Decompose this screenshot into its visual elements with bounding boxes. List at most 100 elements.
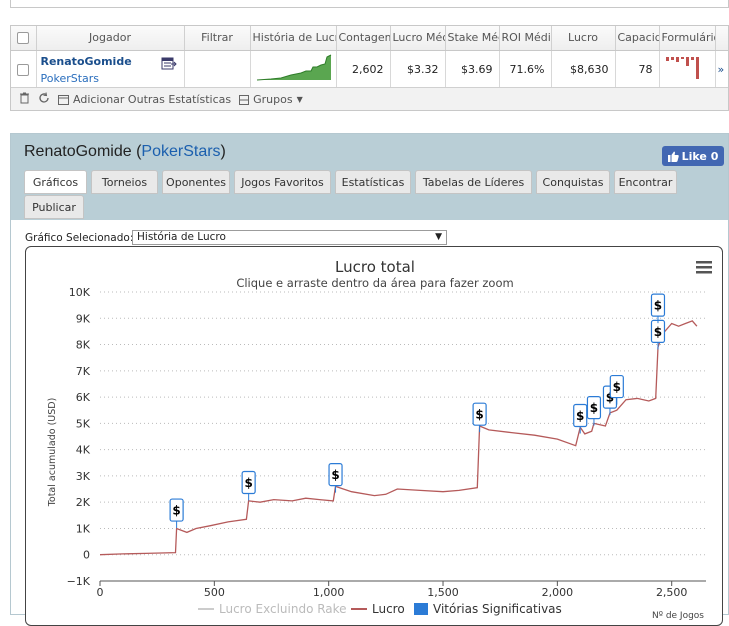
groups-dropdown[interactable]: Grupos ▼	[239, 93, 303, 106]
add-stats-button[interactable]: Adicionar Outras Estatísticas	[58, 93, 231, 106]
page-title: RenatoGomide (PokerStars)	[24, 143, 226, 161]
site-link[interactable]: PokerStars	[141, 143, 220, 160]
y-tick-label: 6K	[76, 391, 91, 404]
chart-selector-value: História de Lucro	[137, 231, 226, 243]
player-site-link[interactable]: PokerStars	[41, 72, 178, 85]
chart-selector-label: Gráfico Selecionado:	[25, 232, 134, 244]
chart-series	[99, 320, 698, 556]
y-tick-label: 10K	[69, 286, 91, 299]
win-marker-label: $	[590, 401, 598, 415]
groups-icon	[239, 94, 250, 105]
header-row: Jogador Filtrar História de Lucro Contag…	[11, 26, 728, 51]
calendar-export-icon[interactable]	[161, 56, 177, 74]
y-tick-label: 3K	[76, 470, 91, 483]
menu-icon	[696, 261, 712, 264]
legend-item-wins[interactable]: Vitórias Significativas	[433, 602, 562, 616]
y-tick-label: 2K	[76, 496, 91, 509]
profit-sparkline	[256, 54, 331, 80]
col-formulario[interactable]: Formulário	[659, 26, 716, 51]
tab-jogos-favoritos[interactable]: Jogos Favoritos	[234, 170, 331, 194]
table-row: RenatoGomide PokerStars 2,602 $3.32 $3.6…	[11, 50, 728, 90]
significant-win-marker[interactable]: $	[650, 319, 666, 350]
contagem-cell: 2,602	[336, 50, 391, 90]
col-jogador[interactable]: Jogador	[36, 26, 185, 51]
tab-encontrar[interactable]: Encontrar	[614, 170, 677, 194]
significant-win-marker[interactable]: $	[650, 293, 666, 324]
win-marker-label: $	[654, 325, 662, 339]
significant-win-marker[interactable]: $	[573, 403, 588, 434]
legend-item-rake[interactable]: Lucro Excluindo Rake	[219, 602, 347, 616]
tab-tabelas-de-lideres[interactable]: Tabelas de Líderes	[415, 170, 532, 194]
x-tick-label: 2,000	[542, 586, 574, 599]
tab-oponentes[interactable]: Oponentes	[162, 170, 230, 194]
col-lucro[interactable]: Lucro	[551, 26, 616, 51]
chart-menu-button[interactable]	[694, 260, 714, 276]
player-name-link[interactable]: RenatoGomide	[41, 55, 178, 68]
y-axis-label: Total acumulado (USD)	[47, 398, 58, 508]
legend-item-lucro[interactable]: Lucro	[372, 602, 405, 616]
x-tick-label: 500	[204, 586, 225, 599]
col-stake-media[interactable]: Stake Média	[445, 26, 500, 51]
add-stats-label: Adicionar Outras Estatísticas	[73, 93, 232, 106]
tab-conquistas[interactable]: Conquistas	[536, 170, 610, 194]
col-lucro-medio[interactable]: Lucro Médio	[390, 26, 446, 51]
profit-chart[interactable]: −1K 0 1K 2K 3K 4K 5K 6K 7K 8K 9K 10K 0 500 1,000 1,500 2…	[26, 247, 723, 626]
trash-icon[interactable]	[19, 92, 30, 107]
stake-media-cell: $3.69	[445, 50, 500, 90]
row-select-cell[interactable]	[11, 50, 37, 90]
select-all-header[interactable]	[11, 26, 37, 51]
y-tick-label: 9K	[76, 312, 91, 325]
tab-estatisticas[interactable]: Estatísticas	[335, 170, 411, 194]
chart-container[interactable]: −1K 0 1K 2K 3K 4K 5K 6K 7K 8K 9K 10K 0 500 1,000 1,500 2…	[25, 246, 723, 626]
win-marker-label: $	[172, 504, 180, 518]
groups-label: Grupos	[253, 93, 293, 106]
stats-table: Jogador Filtrar História de Lucro Contag…	[11, 26, 728, 90]
win-marker-label: $	[244, 476, 252, 490]
significant-win-marker[interactable]: $	[586, 396, 602, 426]
expand-link[interactable]: »	[718, 63, 725, 76]
profit-history-cell	[250, 50, 337, 90]
x-tick-label: 2,500	[656, 586, 688, 599]
thumbs-up-icon	[667, 151, 679, 162]
chevron-down-icon: ▼	[296, 95, 303, 104]
facebook-like-button[interactable]: Like 0	[662, 146, 724, 166]
roi-medio-cell: 71.6%	[499, 50, 552, 90]
chart-selector[interactable]: História de Lucro ▼	[132, 230, 447, 245]
significant-win-marker[interactable]: $	[169, 498, 184, 529]
col-roi-medio[interactable]: ROI Médio	[499, 26, 552, 51]
player-panel: RenatoGomide (PokerStars) Like 0 Gráfico…	[10, 133, 729, 626]
extra-cell: »	[715, 50, 728, 90]
win-marker-label: $	[331, 468, 339, 482]
refresh-icon[interactable]	[38, 92, 50, 107]
col-contagem[interactable]: Contagem	[336, 26, 391, 51]
col-historia[interactable]: História de Lucro	[250, 26, 337, 51]
title-paren-open: (	[131, 143, 142, 160]
title-paren-close: )	[220, 143, 226, 160]
filter-cell[interactable]	[184, 50, 251, 90]
chart-markers: $$$$ $$$$$$	[169, 293, 666, 529]
x-tick-label: 1,000	[313, 586, 345, 599]
col-filtrar[interactable]: Filtrar	[184, 26, 251, 51]
row-checkbox[interactable]	[17, 64, 30, 76]
chevron-down-icon: ▼	[435, 232, 442, 242]
y-tick-label: 5K	[76, 417, 91, 430]
window-icon	[58, 94, 69, 105]
lucro-medio-cell: $3.32	[390, 50, 446, 90]
top-frame	[10, 0, 729, 8]
tab-torneios[interactable]: Torneios	[91, 170, 158, 194]
panel-header: RenatoGomide (PokerStars) Like 0 Gráfico…	[11, 134, 728, 220]
y-tick-label: 7K	[76, 365, 91, 378]
y-tick-label: −1K	[67, 575, 91, 588]
chart-axes: −1K 0 1K 2K 3K 4K 5K 6K 7K 8K 9K 10K 0 500 1,000 1,500 2…	[67, 286, 706, 599]
significant-win-marker[interactable]: $	[241, 470, 256, 501]
x-axis-label: Nº de Jogos	[652, 611, 704, 621]
legend-swatch-wins	[414, 603, 428, 615]
profit-series-line[interactable]	[99, 320, 698, 556]
tab-publicar[interactable]: Publicar	[24, 195, 84, 219]
select-all-checkbox[interactable]	[17, 32, 30, 45]
col-capacidade[interactable]: Capacidade	[615, 26, 660, 51]
win-marker-label: $	[613, 380, 621, 394]
win-marker-label: $	[576, 409, 584, 423]
y-tick-label: 8K	[76, 339, 91, 352]
tab-graficos[interactable]: Gráficos	[24, 170, 87, 194]
